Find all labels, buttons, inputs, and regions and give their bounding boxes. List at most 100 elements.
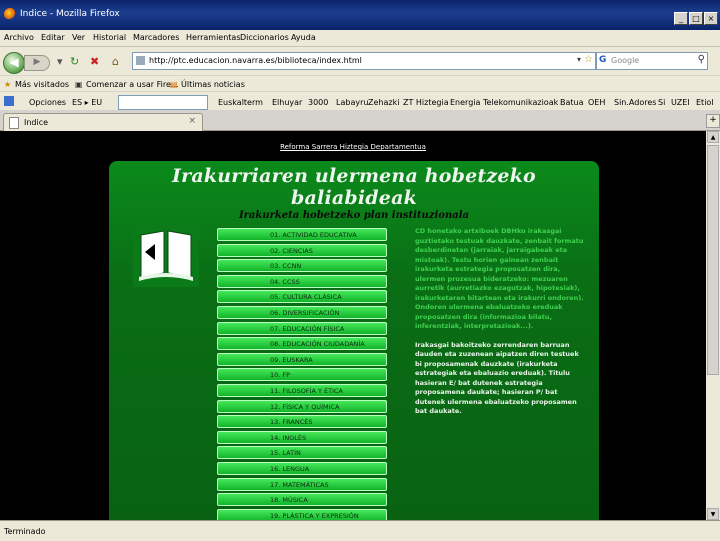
tab-label: Indice bbox=[24, 118, 49, 127]
menu-bar: Archivo Editar Ver Historial Marcadores … bbox=[0, 30, 720, 47]
status-text: Terminado bbox=[4, 527, 46, 536]
scroll-up-icon[interactable]: ▲ bbox=[707, 131, 719, 143]
menu-item-ciencias[interactable]: 02. CIENCIAS bbox=[217, 243, 387, 257]
main-panel: Irakurriaren ulermena hobetzeko baliabid… bbox=[109, 161, 599, 520]
bookmark-item-ultimas-noticias[interactable]: Últimas noticias bbox=[181, 80, 245, 89]
toolbar-link-zehazki[interactable]: Zehazki bbox=[368, 98, 399, 107]
menu-item-actividad-educativa[interactable]: 01. ACTIVIDAD EDUCATIVA bbox=[217, 228, 387, 241]
forward-icon[interactable]: ▶ bbox=[24, 55, 50, 71]
toolbar-options[interactable]: Opciones bbox=[29, 98, 66, 107]
minimize-button[interactable]: _ bbox=[674, 12, 688, 25]
toolbar-link-sin-adores[interactable]: Sin.Adores bbox=[614, 98, 656, 107]
bookmark-star-icon: ★ bbox=[4, 80, 12, 89]
toolbar-link-oeh[interactable]: OEH bbox=[588, 98, 605, 107]
toolbar-link-batua[interactable]: Batua bbox=[560, 98, 584, 107]
menu-item-diversificacion[interactable]: 06. DIVERSIFICACIÓN bbox=[217, 305, 387, 319]
reload-icon[interactable]: ↻ bbox=[70, 56, 79, 67]
new-tab-button[interactable]: + bbox=[706, 114, 720, 128]
menu-item-lengua[interactable]: 16. LENGUA bbox=[217, 461, 387, 475]
open-book-icon bbox=[133, 225, 199, 287]
toolbar-link-uzei[interactable]: UZEI bbox=[671, 98, 690, 107]
site-favicon bbox=[136, 56, 145, 65]
status-bar: Terminado bbox=[0, 520, 720, 541]
toolbar-language[interactable]: ES ▸ EU bbox=[72, 98, 102, 107]
history-dropdown-icon[interactable]: ▾ bbox=[57, 56, 63, 67]
bookmark-star-icon[interactable]: ☆ bbox=[584, 54, 593, 65]
navigation-toolbar: ◀ ▶ ▾ ↻ ✖ ⌂ http://ptc.educacion.navarra… bbox=[0, 47, 720, 75]
stop-icon[interactable]: ✖ bbox=[90, 56, 99, 67]
description-paragraph-1: CD honetako artxiboek DBHko irakasgai gu… bbox=[415, 227, 584, 330]
search-engine-icon[interactable]: G bbox=[599, 55, 606, 65]
menu-item-musica[interactable]: 18. MÚSICA bbox=[217, 493, 387, 507]
close-button[interactable]: × bbox=[704, 12, 718, 25]
rss-icon: ▤ bbox=[170, 80, 178, 89]
search-icon[interactable]: ⚲ bbox=[698, 54, 705, 65]
tab-indice[interactable]: Indice × bbox=[3, 113, 203, 131]
menu-item-matematicas[interactable]: 17. MATEMÁTICAS bbox=[217, 477, 387, 491]
menu-archivo[interactable]: Archivo bbox=[4, 33, 34, 42]
menu-editar[interactable]: Editar bbox=[41, 33, 65, 42]
page-icon: ▣ bbox=[75, 80, 83, 89]
toolbar-link-si[interactable]: Si bbox=[658, 98, 665, 107]
toolbar-link-etiol[interactable]: Etiol bbox=[696, 98, 714, 107]
menu-historial[interactable]: Historial bbox=[93, 33, 126, 42]
page-content: Reforma Sarrera Hiztegia Departamentua I… bbox=[0, 131, 706, 520]
close-tab-icon[interactable]: × bbox=[188, 116, 196, 126]
url-text[interactable]: http://ptc.educacion.navarra.es/bibliote… bbox=[149, 56, 362, 65]
menu-item-frances[interactable]: 13. FRANCÉS bbox=[217, 415, 387, 429]
bookmarks-toolbar: ★ Más visitados ▣ Comenzar a usar Fire..… bbox=[0, 75, 720, 92]
scroll-thumb[interactable] bbox=[707, 145, 719, 375]
toolbar-link-telekomunikazioak[interactable]: Telekomunikazioak bbox=[483, 98, 558, 107]
url-dropdown-icon[interactable]: ▾ bbox=[577, 55, 581, 64]
home-icon[interactable]: ⌂ bbox=[112, 56, 119, 67]
search-box[interactable]: G Google ⚲ bbox=[596, 52, 708, 70]
toolbar-link-energia[interactable]: Energia bbox=[450, 98, 480, 107]
firefox-icon bbox=[4, 8, 16, 20]
bookmark-item-comenzar[interactable]: Comenzar a usar Fire... bbox=[86, 80, 179, 89]
window-titlebar: Indice - Mozilla Firefox _ □ × bbox=[0, 0, 720, 30]
toolbar-link-euskalterm[interactable]: Euskalterm bbox=[218, 98, 263, 107]
search-input[interactable]: Google bbox=[611, 56, 639, 65]
menu-item-latin[interactable]: 15. LATÍN bbox=[217, 446, 387, 460]
menu-item-ingles[interactable]: 14. INGLÉS bbox=[217, 430, 387, 444]
toolbar-link-elhuyar[interactable]: Elhuyar bbox=[272, 98, 302, 107]
menu-item-filosofia-etica[interactable]: 11. FILOSOFÍA Y ÉTICA bbox=[217, 383, 387, 397]
menu-ver[interactable]: Ver bbox=[72, 33, 85, 42]
dictionary-toolbar: Opciones ES ▸ EU Euskalterm Elhuyar 3000… bbox=[0, 91, 720, 111]
menu-item-cultura-clasica[interactable]: 05. CULTURA CLÁSICA bbox=[217, 290, 387, 304]
page-banner: Irakurriaren ulermena hobetzeko baliabid… bbox=[109, 165, 599, 221]
url-bar[interactable]: http://ptc.educacion.navarra.es/bibliote… bbox=[132, 52, 596, 70]
back-forward-group: ◀ ▶ bbox=[3, 52, 53, 74]
toolbar-link-zt-hiztegia[interactable]: ZT Hiztegia bbox=[403, 98, 449, 107]
window-controls: _ □ × bbox=[674, 12, 718, 25]
page-icon bbox=[9, 117, 19, 129]
page-title: Irakurriaren ulermena hobetzeko baliabid… bbox=[172, 165, 536, 209]
menu-item-plastica[interactable]: 19. PLÁSTICA Y EXPRESIÓN bbox=[217, 508, 387, 520]
description-text: CD honetako artxiboek DBHko irakasgai gu… bbox=[415, 227, 585, 426]
menu-item-euskara[interactable]: 09. EUSKARA bbox=[217, 352, 387, 366]
tab-bar: Indice × + bbox=[0, 110, 720, 131]
maximize-button[interactable]: □ bbox=[689, 12, 703, 25]
vertical-scrollbar[interactable]: ▲ ▼ bbox=[706, 131, 720, 520]
menu-item-ccss[interactable]: 04. CCSS bbox=[217, 274, 387, 288]
menu-ayuda[interactable]: Ayuda bbox=[291, 33, 316, 42]
back-icon[interactable]: ◀ bbox=[3, 52, 25, 74]
menu-item-fp[interactable]: 10. FP bbox=[217, 368, 387, 382]
menu-item-educacion-ciudadania[interactable]: 08. EDUCACIÓN CIUDADANÍA bbox=[217, 337, 387, 351]
description-paragraph-2: Irakasgai bakoitzeko zerrendaren barruan… bbox=[415, 340, 579, 416]
toolbar-link-labayru[interactable]: Labayru bbox=[336, 98, 368, 107]
menu-item-educacion-fisica[interactable]: 07. EDUCACIÓN FÍSICA bbox=[217, 321, 387, 335]
top-nav-links[interactable]: Reforma Sarrera Hiztegia Departamentua bbox=[0, 143, 706, 151]
menu-herramientas[interactable]: Herramientas bbox=[186, 33, 241, 42]
scroll-down-icon[interactable]: ▼ bbox=[707, 508, 719, 520]
toolbar-link-3000[interactable]: 3000 bbox=[308, 98, 328, 107]
menu-marcadores[interactable]: Marcadores bbox=[133, 33, 179, 42]
page-subtitle: Irakurketa hobetzeko plan instituzionala bbox=[238, 210, 469, 221]
menu-diccionarios[interactable]: Diccionarios bbox=[240, 33, 289, 42]
menu-item-ccnn[interactable]: 03. CCNN bbox=[217, 259, 387, 273]
window-title: Indice - Mozilla Firefox bbox=[20, 9, 120, 19]
dictionary-search-input[interactable] bbox=[118, 95, 208, 110]
menu-item-fisica-quimica[interactable]: 12. FÍSICA Y QUÍMICA bbox=[217, 399, 387, 413]
subject-menu: 01. ACTIVIDAD EDUCATIVA 02. CIENCIAS 03.… bbox=[217, 228, 389, 520]
bookmark-item-mas-visitados[interactable]: Más visitados bbox=[15, 80, 69, 89]
